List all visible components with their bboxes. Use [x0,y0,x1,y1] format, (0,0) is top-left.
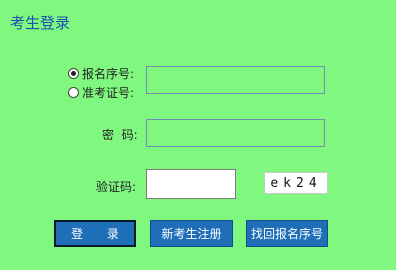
login-button[interactable]: 登 录 [54,220,136,247]
radio-option-admission-ticket[interactable]: 准考证号: [68,84,134,101]
password-label: 密 码: [102,128,138,142]
captcha-input[interactable] [146,169,236,199]
captcha-image[interactable]: ek24 [264,172,328,194]
radio-button-unchecked-icon[interactable] [68,87,79,98]
register-button[interactable]: 新考生注册 [150,220,233,247]
radio-label-admission-ticket: 准考证号: [82,86,135,100]
radio-option-registration-number[interactable]: 报名序号: [68,65,134,82]
recover-id-button[interactable]: 找回报名序号 [246,220,328,247]
captcha-label: 验证码: [96,180,137,194]
radio-label-registration-number: 报名序号: [82,67,135,81]
id-number-input[interactable] [146,66,325,94]
page-title: 考生登录 [10,14,71,32]
password-input[interactable] [146,119,325,147]
radio-button-checked-icon[interactable] [68,68,79,79]
